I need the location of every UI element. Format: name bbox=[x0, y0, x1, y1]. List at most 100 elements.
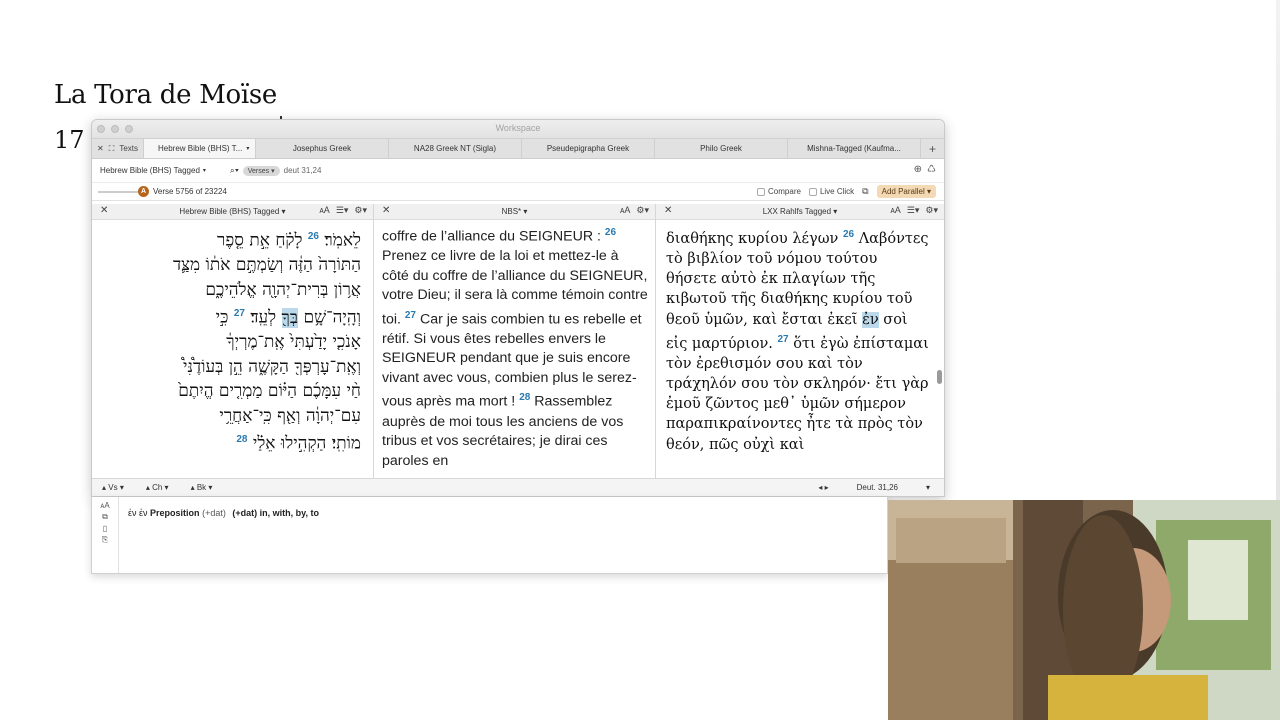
gear-icon[interactable]: ⚙▾ bbox=[636, 205, 649, 216]
pane-body[interactable]: לֵאמֹֽר׃ 26 לָקֹ֗חַ אֵ֣ת סֵ֤פֶר הַתּוֹרָ… bbox=[92, 220, 373, 480]
verse-number[interactable]: 26 bbox=[605, 227, 616, 238]
pane-title[interactable]: Hebrew Bible (BHS) Tagged ▾ bbox=[179, 207, 285, 216]
pane-title[interactable]: LXX Rahlfs Tagged ▾ bbox=[763, 207, 838, 216]
search-field[interactable]: ⌕▾ Verses ▾ deut 31,24 bbox=[230, 165, 322, 176]
add-tab-button[interactable]: + bbox=[919, 139, 944, 158]
hebrew-line: חַ֨י עִמָּכֶ֜ם הַיּ֗וֹם מַמְרִ֤ים הֱיִתֶ… bbox=[100, 379, 361, 404]
chapter-nav[interactable]: ▴ Ch ▾ bbox=[146, 483, 169, 492]
pane-body[interactable]: διαθήκης κυρίου λέγων 26 Λαβόντες τὸ βιβ… bbox=[656, 220, 944, 480]
live-click-checkbox[interactable]: Live Click bbox=[808, 187, 854, 196]
close-tab-group-icon[interactable]: ✕ bbox=[97, 144, 104, 153]
pane-header: ✕ Hebrew Bible (BHS) Tagged ▾ ᴀA ☰▾ ⚙▾ bbox=[92, 204, 373, 220]
pane-title-text: LXX Rahlfs Tagged bbox=[762, 207, 832, 216]
chevron-down-icon: ▾ bbox=[202, 168, 206, 174]
hebrew-word-run: לְעֵֽד׃ bbox=[250, 307, 277, 328]
tab-pseudepigrapha-greek[interactable]: Pseudepigrapha Greek bbox=[520, 139, 654, 158]
tab-label: Pseudepigrapha Greek bbox=[546, 144, 630, 153]
tab-na28-greek-nt[interactable]: NA28 Greek NT (Sigla) bbox=[387, 139, 521, 158]
compare-checkbox[interactable]: Compare bbox=[757, 187, 801, 196]
hebrew-word-run: לֵאמֹֽר׃ bbox=[324, 230, 361, 251]
right-edge-strip bbox=[1276, 0, 1280, 500]
expand-icon[interactable]: ⛶ bbox=[109, 144, 115, 154]
verse-slider[interactable] bbox=[98, 191, 142, 193]
pane-header: ✕ LXX Rahlfs Tagged ▾ ᴀA ☰▾ ⚙▾ bbox=[656, 204, 944, 220]
french-text: coffre de l’alliance du SEIGNEUR : 26 Pr… bbox=[374, 220, 655, 471]
verse-number[interactable]: 26 bbox=[843, 229, 854, 240]
book-nav[interactable]: ▴ Bk ▾ bbox=[191, 483, 213, 492]
pane-body[interactable]: coffre de l’alliance du SEIGNEUR : 26 Pr… bbox=[374, 220, 655, 480]
resource-selector[interactable]: Hebrew Bible (BHS) Tagged ▾ bbox=[100, 166, 230, 175]
slide-title: La Tora de Moïse bbox=[54, 80, 278, 110]
tab-label: NA28 Greek NT (Sigla) bbox=[413, 144, 497, 153]
text-size-icon[interactable]: ᴀA bbox=[890, 205, 900, 216]
text-size-icon[interactable]: ᴀA bbox=[319, 205, 329, 216]
scrollbar-thumb[interactable] bbox=[937, 370, 942, 384]
text-size-icon[interactable]: ᴀA bbox=[620, 205, 630, 216]
case-info: (+dat) bbox=[202, 508, 226, 518]
hebrew-line: אָנֹכִ֤י יָדַ֙עְתִּי֙ אֶֽת־מֶרְיְךָ֔ bbox=[100, 330, 361, 355]
list-options-icon[interactable]: ☰▾ bbox=[336, 205, 349, 216]
verse-number[interactable]: 27 bbox=[405, 310, 416, 321]
clipboard-icon[interactable]: ▯ bbox=[103, 524, 107, 533]
close-icon[interactable]: ✕ bbox=[382, 205, 390, 216]
hebrew-text: לֵאמֹֽר׃ 26 לָקֹ֗חַ אֵ֣ת סֵ֤פֶר הַתּוֹרָ… bbox=[92, 220, 373, 456]
highlighted-word[interactable]: ἐν bbox=[862, 311, 879, 328]
book-nav-label: Bk bbox=[196, 483, 207, 492]
sync-icon[interactable]: ♺ bbox=[927, 164, 936, 175]
lemma: ἐν ἐν bbox=[128, 508, 148, 518]
workspace-window: Workspace ✕ ⛶ Texts Hebrew Bible (BHS) T… bbox=[91, 119, 945, 497]
gear-icon[interactable]: ⚙▾ bbox=[925, 205, 938, 216]
info-sidebar: ᴀA ⧉ ▯ ⎘ bbox=[92, 497, 119, 573]
tab-label: Hebrew Bible (BHS) T... bbox=[157, 144, 243, 153]
text-size-icon[interactable]: ᴀA bbox=[100, 501, 109, 510]
checkbox-box bbox=[808, 187, 817, 196]
add-parallel-button[interactable]: Add Parallel ▾ bbox=[876, 185, 936, 198]
pane-greek: ✕ LXX Rahlfs Tagged ▾ ᴀA ☰▾ ⚙▾ διαθήκης κυ… bbox=[656, 204, 944, 480]
verse-counter: Verse 5756 of 23224 bbox=[153, 187, 227, 196]
tab-mishna-tagged[interactable]: Mishna-Tagged (Kaufma... bbox=[786, 139, 920, 158]
scroll-arrows[interactable]: ◂ ▸ bbox=[818, 483, 828, 492]
window-title: Workspace bbox=[495, 123, 541, 133]
location-label: Deut. 31,26 bbox=[856, 483, 898, 492]
slide-subtitle: 17 bbox=[54, 126, 85, 154]
pane-title[interactable]: NBS* ▾ bbox=[502, 207, 528, 216]
verse-number: 26 bbox=[307, 231, 319, 242]
pane-hebrew: ✕ Hebrew Bible (BHS) Tagged ▾ ᴀA ☰▾ ⚙▾ לֵא… bbox=[92, 204, 374, 480]
add-circle-icon[interactable]: ⊕ bbox=[914, 164, 922, 175]
copy-icon[interactable]: ⧉ bbox=[102, 512, 108, 522]
word-info: ἐν ἐν Preposition (+dat) (+dat) in, with… bbox=[128, 508, 319, 518]
reference-input[interactable]: deut 31,24 bbox=[284, 166, 322, 175]
pane-title-text: Hebrew Bible (BHS) Tagged bbox=[179, 207, 280, 216]
verse-number[interactable]: 28 bbox=[519, 392, 530, 403]
tab-label: Josephus Greek bbox=[292, 144, 352, 153]
close-icon[interactable]: ✕ bbox=[100, 205, 108, 216]
gear-icon[interactable]: ⚙▾ bbox=[354, 205, 367, 216]
hebrew-word-run: אָנֹכִ֤י יָדַ֙עְתִּי֙ אֶֽת־מֶרְיְךָ֔ bbox=[226, 332, 361, 353]
search-toolbar: Hebrew Bible (BHS) Tagged ▾ ⌕▾ Verses ▾ … bbox=[92, 159, 944, 183]
greek-text: διαθήκης κυρίου λέγων 26 Λαβόντες τὸ βιβ… bbox=[656, 220, 944, 455]
hebrew-word-run: הַקְהִ֣ילוּ אֵלַ֗י bbox=[252, 433, 327, 454]
verse-badge[interactable]: A bbox=[138, 186, 149, 197]
tab-josephus-greek[interactable]: Josephus Greek bbox=[254, 139, 388, 158]
hebrew-word-run: וְאֶֽת־עָרְפְּךָ֖ הַקָּשֶׁ֑ה הֵ֣ן בְּעוֹ… bbox=[183, 356, 361, 377]
chevron-down-icon[interactable]: ▾ bbox=[926, 483, 930, 492]
copy-icon[interactable]: ⧉ bbox=[862, 186, 868, 197]
gloss: (+dat) in, with, by, to bbox=[232, 508, 319, 518]
tab-hebrew-bible[interactable]: Hebrew Bible (BHS) T... ▾ bbox=[142, 139, 255, 158]
verse-number[interactable]: 27 bbox=[777, 334, 788, 345]
search-icon[interactable]: ⌕▾ bbox=[230, 165, 239, 176]
hebrew-word-run: עִם־יְהוָ֔ה וְאַ֖ף כִּֽי־אַחֲרֵ֥י bbox=[219, 405, 361, 426]
export-icon[interactable]: ⎘ bbox=[102, 535, 108, 545]
close-icon[interactable]: ✕ bbox=[664, 205, 672, 216]
list-options-icon[interactable]: ☰▾ bbox=[907, 205, 920, 216]
verse-nav[interactable]: ▴ Vs ▾ bbox=[102, 483, 124, 492]
hebrew-line: מוֹתִֽי׃ הַקְהִ֣ילוּ אֵלַ֗י 28 bbox=[100, 428, 361, 456]
webcam-overlay bbox=[888, 500, 1280, 720]
search-mode-pill[interactable]: Verses ▾ bbox=[242, 165, 280, 176]
tab-philo-greek[interactable]: Philo Greek bbox=[653, 139, 787, 158]
highlighted-word[interactable]: בְּךָ֖ bbox=[281, 307, 299, 328]
pane-header: ✕ NBS* ▾ ᴀA ⚙▾ bbox=[374, 204, 655, 220]
hebrew-word-run: לָקֹ֗חַ אֵ֣ת סֵ֤פֶר bbox=[217, 230, 303, 251]
window-titlebar[interactable]: Workspace bbox=[92, 120, 944, 139]
hebrew-word-run: כִּ֣י bbox=[215, 307, 229, 328]
